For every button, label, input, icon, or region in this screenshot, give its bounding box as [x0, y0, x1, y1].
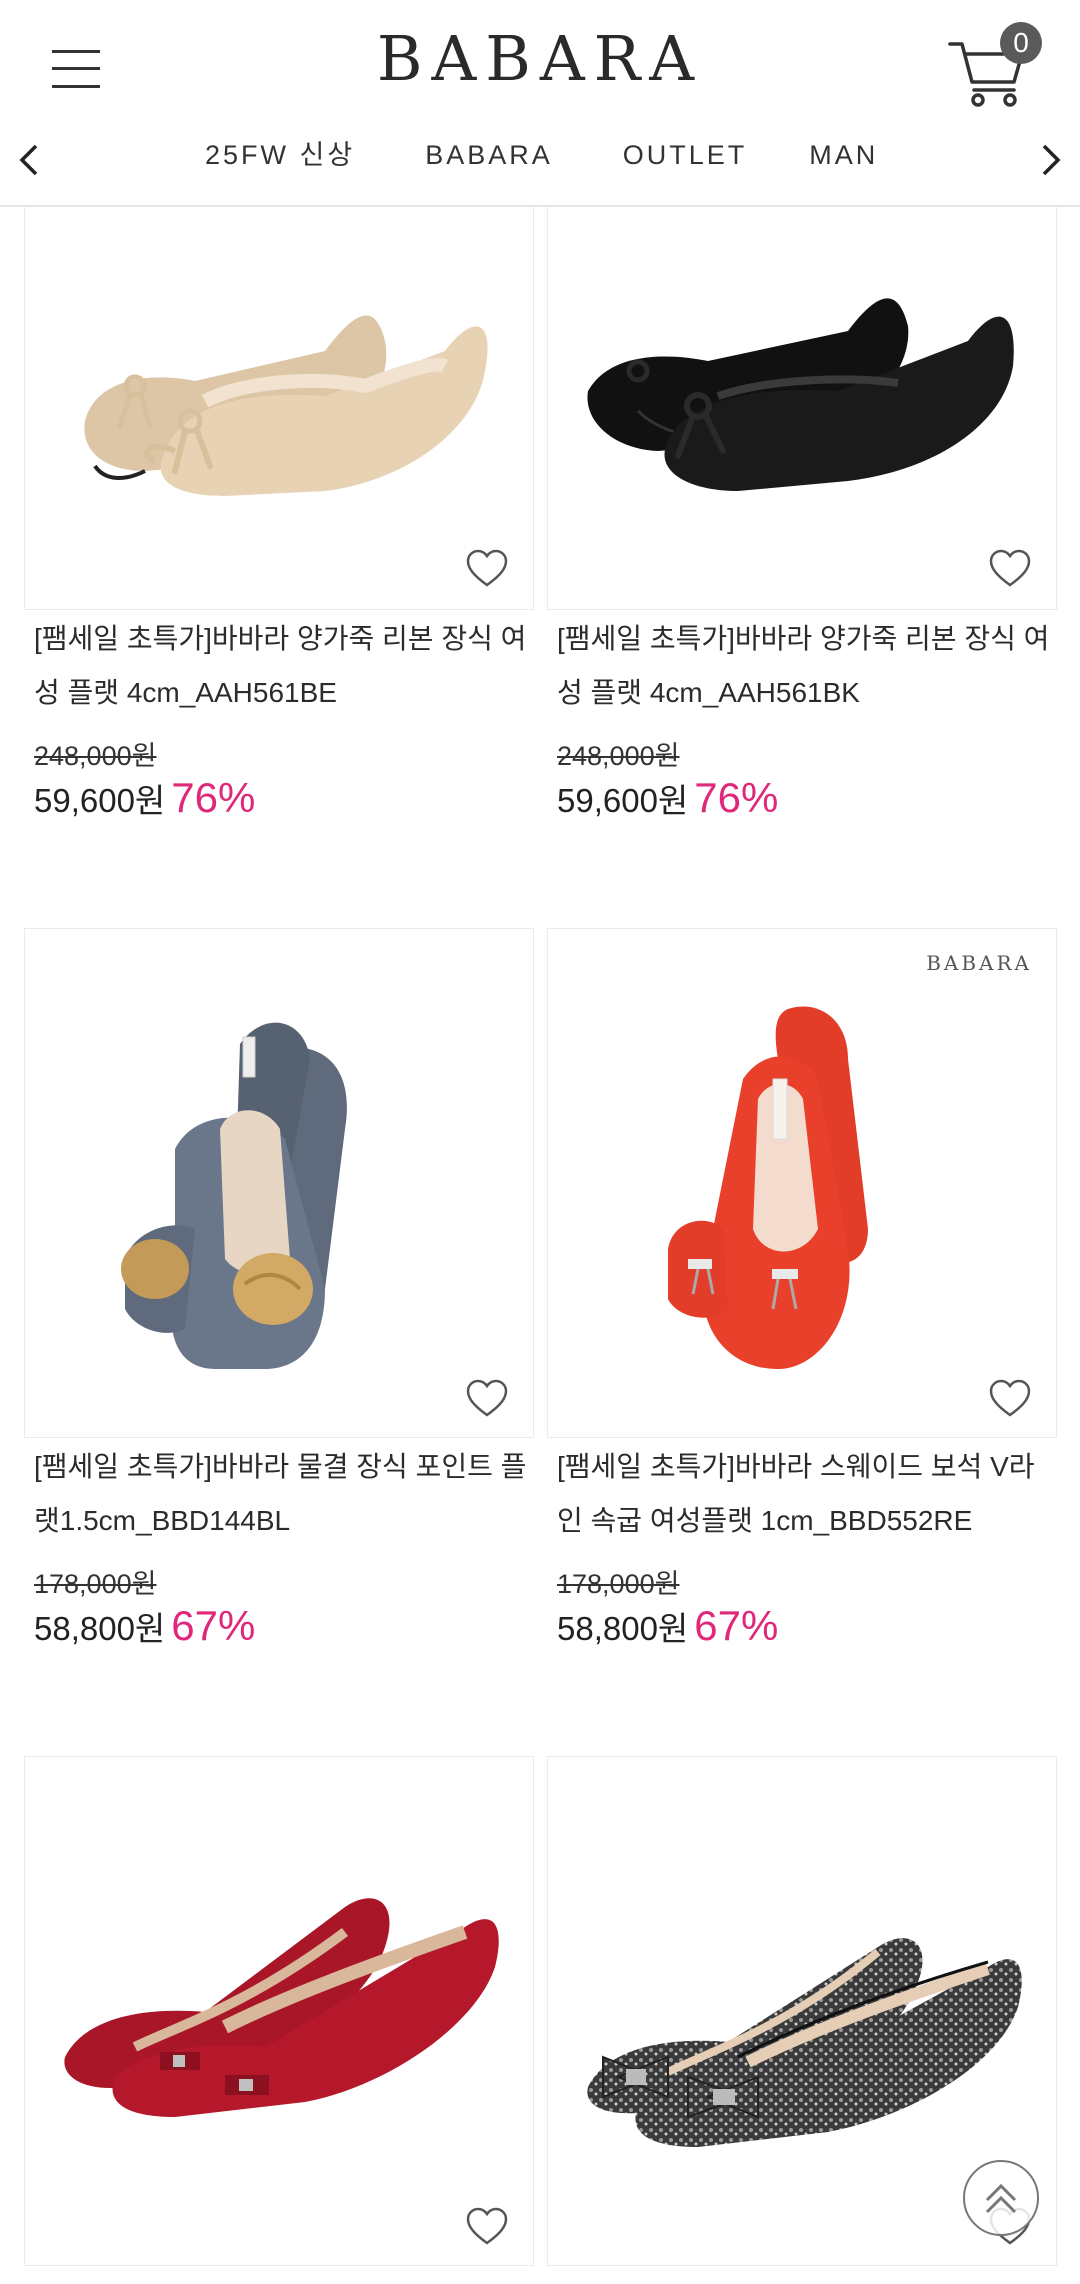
- category-nav: 25FW 신상 BABARA OUTLET MAN: [0, 130, 1080, 190]
- original-price: 248,000원: [34, 741, 157, 771]
- original-price: 248,000원: [557, 741, 680, 771]
- nav-item-25fw[interactable]: 25FW 신상: [205, 130, 355, 190]
- sale-price: 58,800원: [557, 1610, 689, 1647]
- nav-item-babara[interactable]: BABARA: [425, 130, 553, 190]
- discount-rate: 67%: [171, 1602, 256, 1649]
- brand-logo[interactable]: BABARA: [0, 22, 1080, 95]
- cart-button[interactable]: 0: [948, 22, 1044, 108]
- original-price: 178,000원: [557, 1569, 680, 1599]
- product-grid: [팸세일 초특가]바바라 양가죽 리본 장식 여성 플랫 4cm_AAH561B…: [0, 0, 1080, 2284]
- cart-count-badge: 0: [1000, 22, 1042, 64]
- product-name[interactable]: [팸세일 초특가]바바라 물결 장식 포인트 플랫1.5cm_BBD144BL: [34, 1440, 534, 1548]
- product-image[interactable]: [547, 150, 1057, 610]
- product-image[interactable]: [24, 1756, 534, 2266]
- nav-item-outlet[interactable]: OUTLET: [623, 130, 748, 190]
- original-price: 178,000원: [34, 1569, 157, 1599]
- product-image[interactable]: [24, 150, 534, 610]
- discount-rate: 76%: [694, 774, 779, 821]
- brand-watermark: BABARA: [926, 951, 1032, 975]
- heart-outline-icon[interactable]: [988, 549, 1032, 589]
- nav-next-arrow-icon[interactable]: [1030, 138, 1070, 182]
- product-image[interactable]: BABARA: [547, 928, 1057, 1438]
- product-name[interactable]: [팸세일 초특가]바바라 양가죽 리본 장식 여성 플랫 4cm_AAH561B…: [34, 612, 534, 720]
- product-name[interactable]: [팸세일 초특가]바바라 양가죽 리본 장식 여성 플랫 4cm_AAH561B…: [557, 612, 1057, 720]
- sale-price: 58,800원: [34, 1610, 166, 1647]
- price-row: 58,800원 67%: [557, 1602, 778, 1650]
- sale-price: 59,600원: [557, 782, 689, 819]
- discount-rate: 76%: [171, 774, 256, 821]
- price-row: 58,800원 67%: [34, 1602, 255, 1650]
- scroll-to-top-button[interactable]: [963, 2160, 1039, 2236]
- category-tabs: 25FW 신상 BABARA OUTLET MAN: [180, 130, 878, 190]
- heart-outline-icon[interactable]: [465, 549, 509, 589]
- price-row: 59,600원 76%: [557, 774, 778, 822]
- product-image[interactable]: [24, 928, 534, 1438]
- price-row: 59,600원 76%: [34, 774, 255, 822]
- nav-item-man[interactable]: MAN: [809, 130, 878, 190]
- heart-outline-icon[interactable]: [465, 2207, 509, 2247]
- product-name[interactable]: [팸세일 초특가]바바라 스웨이드 보석 V라인 속굽 여성플랫 1cm_BBD…: [557, 1440, 1057, 1548]
- heart-outline-icon[interactable]: [465, 1379, 509, 1419]
- nav-prev-arrow-icon[interactable]: [10, 138, 50, 182]
- chevron-up-icon: [985, 2183, 1017, 2214]
- header: BABARA 0 25FW 신상 BABARA OUTLET MAN: [0, 0, 1080, 207]
- sale-price: 59,600원: [34, 782, 166, 819]
- discount-rate: 67%: [694, 1602, 779, 1649]
- heart-outline-icon[interactable]: [988, 1379, 1032, 1419]
